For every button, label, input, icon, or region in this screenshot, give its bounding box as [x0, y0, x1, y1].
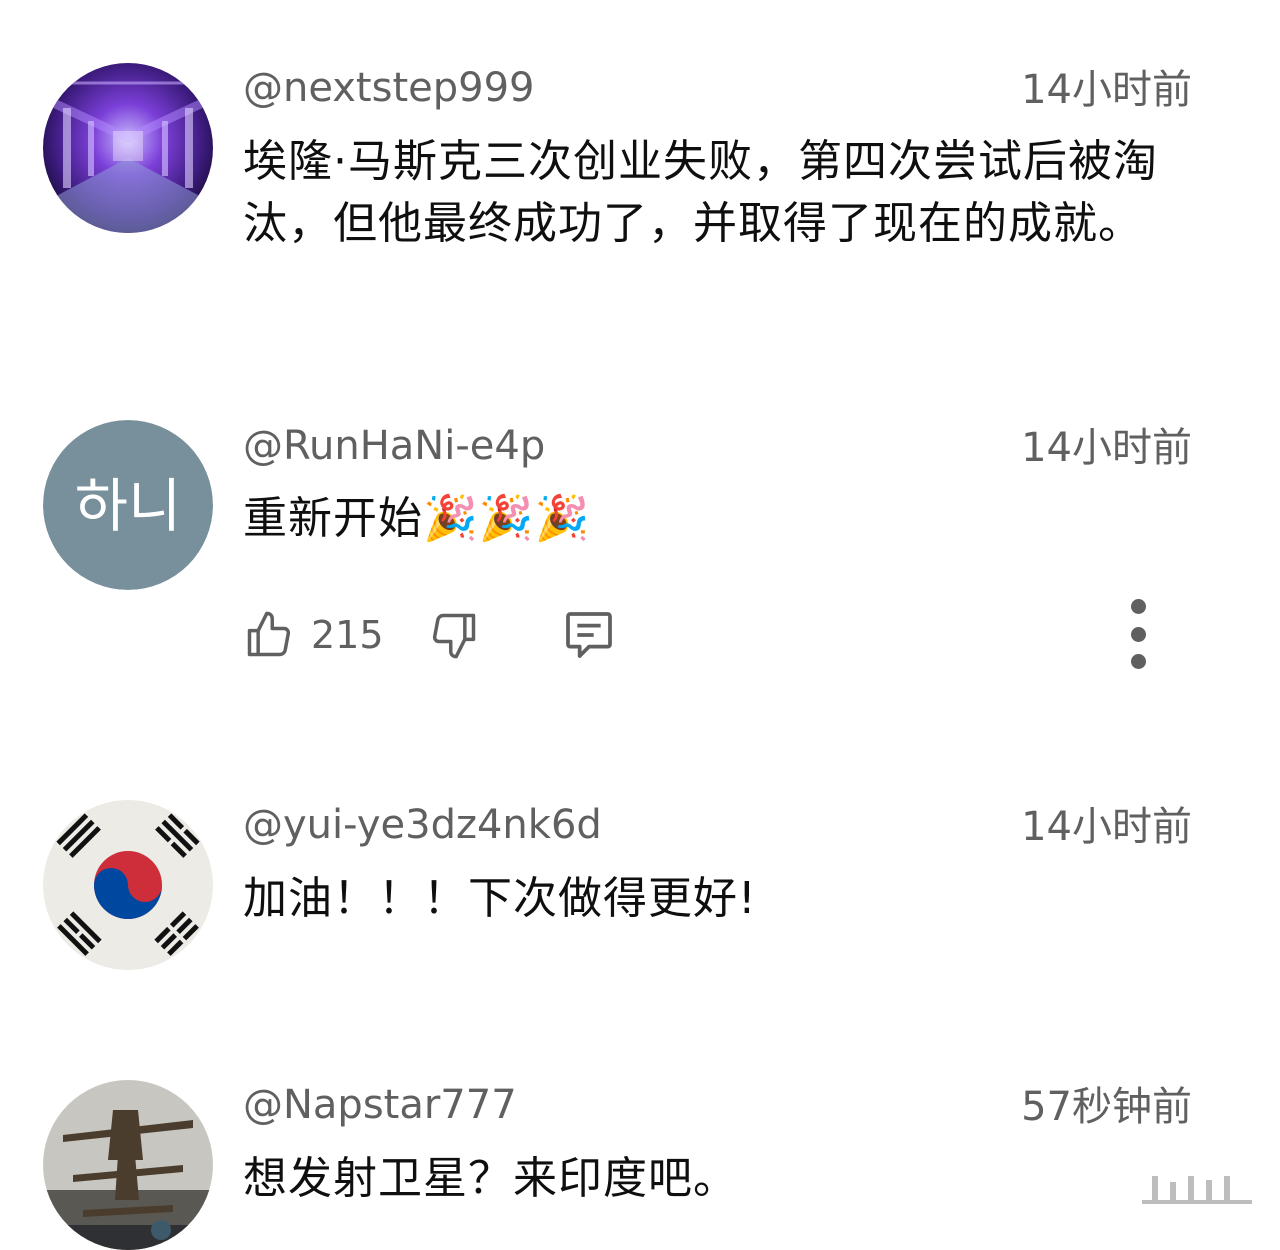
text-avatar: 하니 [43, 420, 213, 590]
avatar[interactable] [43, 1080, 213, 1250]
party-popper-emoji: 🎉🎉🎉 [423, 493, 591, 544]
comment-text: 想发射卫星？来印度吧。 [243, 1153, 738, 1204]
comment-timestamp[interactable]: 14小时前 [1021, 803, 1192, 851]
more-vertical-icon[interactable] [1113, 599, 1163, 669]
comment-icon [566, 612, 612, 658]
like-count: 215 [311, 613, 384, 657]
avatar-initials: 하니 [75, 472, 182, 540]
avatar[interactable] [43, 63, 213, 233]
comment-timestamp[interactable]: 57秒钟前 [1021, 1083, 1192, 1131]
thumbs-down-icon [432, 613, 476, 659]
korean-flag-avatar-image [43, 800, 213, 970]
avatar[interactable] [43, 800, 213, 970]
more-dot [1130, 599, 1146, 614]
comment-author[interactable]: @RunHaNi-e4p [243, 422, 545, 470]
comment-text: 加油！！！下次做得更好! [243, 873, 757, 924]
like-button[interactable]: 215 [243, 603, 384, 667]
aircraft-avatar-image [43, 1080, 213, 1250]
comment-author[interactable]: @Napstar777 [243, 1081, 517, 1129]
comment-actions: 215 [243, 599, 1203, 669]
more-dot [1130, 626, 1146, 642]
tunnel-avatar-image [43, 63, 213, 233]
comment-timestamp[interactable]: 14小时前 [1021, 424, 1192, 472]
more-dot [1130, 654, 1146, 669]
comment-timestamp[interactable]: 14小时前 [1021, 66, 1192, 114]
dislike-button[interactable] [428, 603, 480, 667]
thumbs-up-icon [247, 611, 291, 657]
avatar[interactable]: 하니 [43, 420, 213, 590]
comment-author[interactable]: @nextstep999 [243, 64, 534, 112]
comment-author[interactable]: @yui-ye3dz4nk6d [243, 801, 602, 849]
comment-text-body: 重新开始 [243, 493, 423, 544]
comment-text: 埃隆·马斯克三次创业失败，第四次尝试后被淘汰，但他最终成功了，并取得了现在的成就… [243, 136, 1158, 249]
reply-button[interactable] [561, 603, 617, 667]
comment-text: 重新开始🎉🎉🎉 [243, 488, 1203, 550]
watermark-logo [1142, 1170, 1252, 1210]
